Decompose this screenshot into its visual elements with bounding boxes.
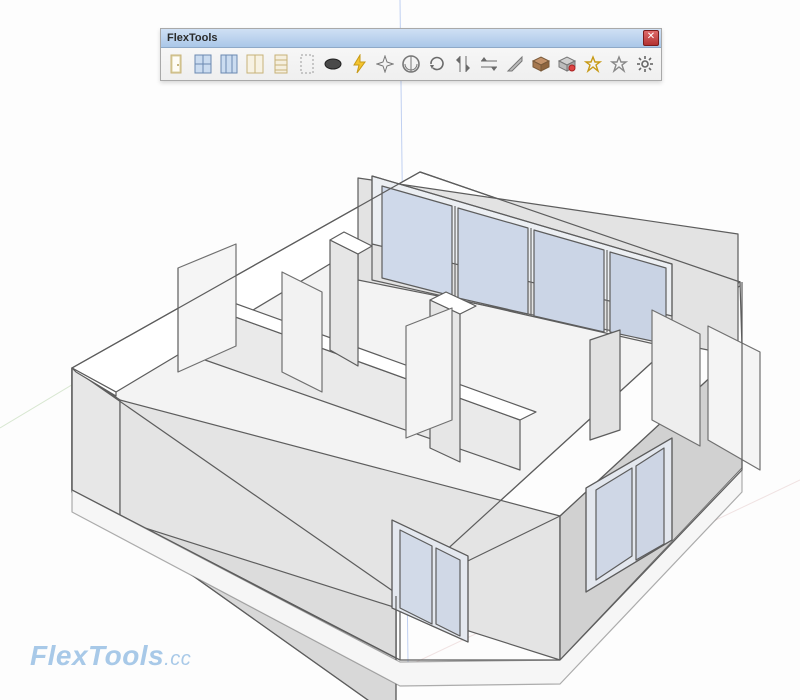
toolbar-buttons-row bbox=[161, 48, 661, 80]
component-finder-icon[interactable] bbox=[529, 50, 553, 78]
local-library-icon[interactable] bbox=[555, 50, 579, 78]
toolbar-title: FlexTools bbox=[167, 32, 218, 44]
flex-double-door-icon[interactable] bbox=[243, 50, 267, 78]
favorite-icon[interactable] bbox=[607, 50, 631, 78]
settings-icon[interactable] bbox=[633, 50, 657, 78]
building-model bbox=[72, 172, 760, 700]
flip-vertical-icon[interactable] bbox=[451, 50, 475, 78]
wall-cutter-icon[interactable] bbox=[399, 50, 423, 78]
scale-definition-icon[interactable] bbox=[581, 50, 605, 78]
viewport-canvas[interactable] bbox=[0, 0, 800, 700]
flex-door-icon[interactable] bbox=[165, 50, 189, 78]
hide-reveal-icon[interactable] bbox=[503, 50, 527, 78]
watermark: FlexTools.cc bbox=[30, 640, 191, 672]
reload-icon[interactable] bbox=[425, 50, 449, 78]
flextools-toolbar-window[interactable]: FlexTools ✕ bbox=[160, 28, 662, 81]
toolbar-titlebar[interactable]: FlexTools ✕ bbox=[161, 29, 661, 48]
flex-custom-icon[interactable] bbox=[321, 50, 345, 78]
watermark-brand: FlexTools bbox=[30, 640, 164, 671]
sparkle-refresh-icon[interactable] bbox=[373, 50, 397, 78]
close-icon[interactable]: ✕ bbox=[643, 30, 659, 46]
flex-opening-icon[interactable] bbox=[295, 50, 319, 78]
flex-sliding-window-icon[interactable] bbox=[217, 50, 241, 78]
flex-garage-door-icon[interactable] bbox=[269, 50, 293, 78]
zap-convert-icon[interactable] bbox=[347, 50, 371, 78]
flex-window-icon[interactable] bbox=[191, 50, 215, 78]
watermark-suffix: .cc bbox=[164, 648, 191, 670]
flip-horizontal-icon[interactable] bbox=[477, 50, 501, 78]
